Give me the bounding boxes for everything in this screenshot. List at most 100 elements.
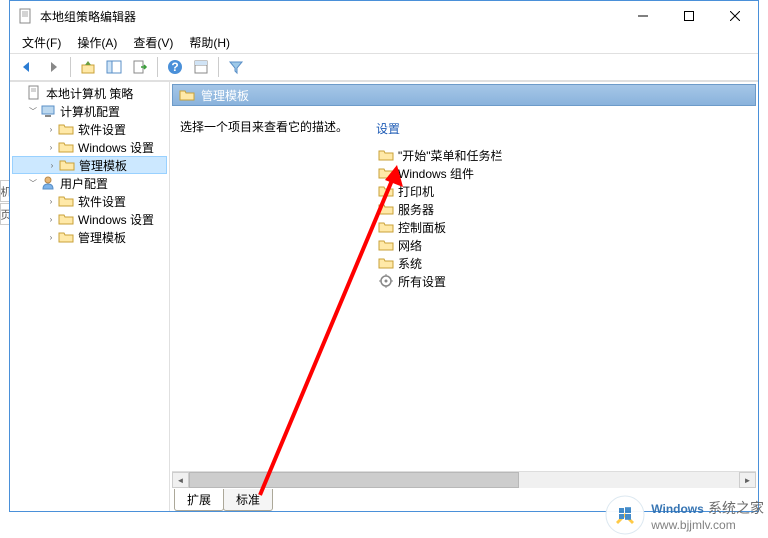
gpedit-window: 本地组策略编辑器 文件(F) 操作(A) 查看(V) 帮助(H) [9, 0, 759, 512]
settings-column-header[interactable]: 设置 [376, 118, 752, 140]
menu-help[interactable]: 帮助(H) [181, 32, 238, 53]
tree-label: Windows 设置 [78, 211, 154, 228]
list-item-windows-components[interactable]: Windows 组件 [376, 164, 752, 182]
menu-file[interactable]: 文件(F) [14, 32, 69, 53]
folder-icon [58, 211, 74, 227]
chevron-right-icon[interactable]: › [44, 194, 58, 208]
show-hide-tree-button[interactable] [102, 55, 126, 79]
maximize-button[interactable] [666, 1, 712, 31]
watermark-url: www.bjjmlv.com [651, 518, 764, 532]
back-button[interactable] [15, 55, 39, 79]
tree-user-config[interactable]: ﹀ 用户配置 [12, 174, 167, 192]
content-area: 本地计算机 策略 ﹀ 计算机配置 › 软件设置 › [10, 81, 758, 511]
list-item-label: 服务器 [398, 201, 434, 218]
list-item-label: 所有设置 [398, 273, 446, 290]
tree-software-settings-2[interactable]: › 软件设置 [12, 192, 167, 210]
list-item-network[interactable]: 网络 [376, 236, 752, 254]
tree-computer-config[interactable]: ﹀ 计算机配置 [12, 102, 167, 120]
list-item-server[interactable]: 服务器 [376, 200, 752, 218]
description-text: 选择一个项目来查看它的描述。 [180, 118, 364, 135]
tree-admin-templates-1[interactable]: › 管理模板 [12, 156, 167, 174]
window-controls [620, 1, 758, 31]
tree-label: 软件设置 [78, 121, 126, 138]
scroll-thumb[interactable] [189, 472, 519, 488]
properties-button[interactable] [189, 55, 213, 79]
description-pane: 选择一个项目来查看它的描述。 [172, 110, 372, 469]
folder-icon [59, 157, 75, 173]
horizontal-scrollbar[interactable]: ◄ ► [172, 471, 756, 488]
tree-windows-settings-2[interactable]: › Windows 设置 [12, 210, 167, 228]
watermark-brand: Windows 系统之家 [651, 498, 764, 518]
folder-icon [378, 183, 394, 199]
list-item-all-settings[interactable]: 所有设置 [376, 272, 752, 290]
toolbar-separator-3 [218, 57, 219, 77]
chevron-down-icon[interactable]: ﹀ [26, 176, 40, 190]
tree-pane[interactable]: 本地计算机 策略 ﹀ 计算机配置 › 软件设置 › [10, 82, 170, 511]
tree-admin-templates-2[interactable]: › 管理模板 [12, 228, 167, 246]
menu-action[interactable]: 操作(A) [69, 32, 125, 53]
list-item-system[interactable]: 系统 [376, 254, 752, 272]
tree-label: 本地计算机 策略 [46, 85, 133, 102]
watermark: Windows 系统之家 www.bjjmlv.com [605, 495, 764, 535]
policy-icon [26, 85, 42, 101]
chevron-right-icon[interactable]: › [44, 212, 58, 226]
folder-icon [179, 87, 195, 103]
tree-label: 软件设置 [78, 193, 126, 210]
list-item-label: 系统 [398, 255, 422, 272]
toolbar: ? [10, 53, 758, 81]
scroll-track[interactable] [189, 472, 739, 488]
outer-left-tabs: 机 页 [0, 180, 9, 226]
help-button[interactable]: ? [163, 55, 187, 79]
tree-root[interactable]: 本地计算机 策略 [12, 84, 167, 102]
outer-tab-1[interactable]: 机 [0, 180, 9, 202]
folder-icon [58, 121, 74, 137]
tree-software-settings-1[interactable]: › 软件设置 [12, 120, 167, 138]
tab-extended[interactable]: 扩展 [174, 489, 224, 511]
settings-icon [378, 273, 394, 289]
tree-label: 管理模板 [78, 229, 126, 246]
list-item-control-panel[interactable]: 控制面板 [376, 218, 752, 236]
window-title: 本地组策略编辑器 [40, 8, 620, 25]
watermark-text: Windows 系统之家 www.bjjmlv.com [651, 498, 764, 532]
chevron-right-icon[interactable]: › [44, 140, 58, 154]
breadcrumb: 管理模板 [172, 84, 756, 106]
folder-icon [378, 237, 394, 253]
close-button[interactable] [712, 1, 758, 31]
outer-tab-2[interactable]: 页 [0, 203, 9, 225]
chevron-right-icon[interactable]: › [44, 230, 58, 244]
tree-label: 计算机配置 [60, 103, 120, 120]
settings-list[interactable]: 设置 "开始"菜单和任务栏 Windows 组件 打印机 [372, 110, 756, 469]
list-item-label: "开始"菜单和任务栏 [398, 147, 503, 164]
titlebar: 本地组策略编辑器 [10, 1, 758, 31]
minimize-button[interactable] [620, 1, 666, 31]
forward-button[interactable] [41, 55, 65, 79]
details-area: 选择一个项目来查看它的描述。 设置 "开始"菜单和任务栏 Windows 组件 … [170, 108, 758, 471]
chevron-right-icon[interactable]: › [44, 122, 58, 136]
chevron-icon [12, 86, 26, 100]
export-button[interactable] [128, 55, 152, 79]
tree-windows-settings-1[interactable]: › Windows 设置 [12, 138, 167, 156]
app-icon [18, 8, 34, 24]
folder-icon [58, 193, 74, 209]
list-item-start-menu[interactable]: "开始"菜单和任务栏 [376, 146, 752, 164]
tab-standard[interactable]: 标准 [223, 489, 273, 511]
toolbar-separator-2 [157, 57, 158, 77]
folder-icon [378, 219, 394, 235]
chevron-down-icon[interactable]: ﹀ [26, 104, 40, 118]
scroll-right-button[interactable]: ► [739, 472, 756, 488]
filter-button[interactable] [224, 55, 248, 79]
breadcrumb-label: 管理模板 [201, 87, 249, 104]
tree-label: 用户配置 [60, 175, 108, 192]
menu-view[interactable]: 查看(V) [125, 32, 181, 53]
list-item-label: 网络 [398, 237, 422, 254]
list-item-printers[interactable]: 打印机 [376, 182, 752, 200]
scroll-left-button[interactable]: ◄ [172, 472, 189, 488]
folder-icon [378, 201, 394, 217]
right-pane: 管理模板 选择一个项目来查看它的描述。 设置 "开始"菜单和任务栏 Window… [170, 82, 758, 511]
chevron-right-icon[interactable]: › [45, 158, 59, 172]
tree-label: Windows 设置 [78, 139, 154, 156]
up-button[interactable] [76, 55, 100, 79]
menubar: 文件(F) 操作(A) 查看(V) 帮助(H) [10, 31, 758, 53]
user-icon [40, 175, 56, 191]
folder-icon [58, 139, 74, 155]
